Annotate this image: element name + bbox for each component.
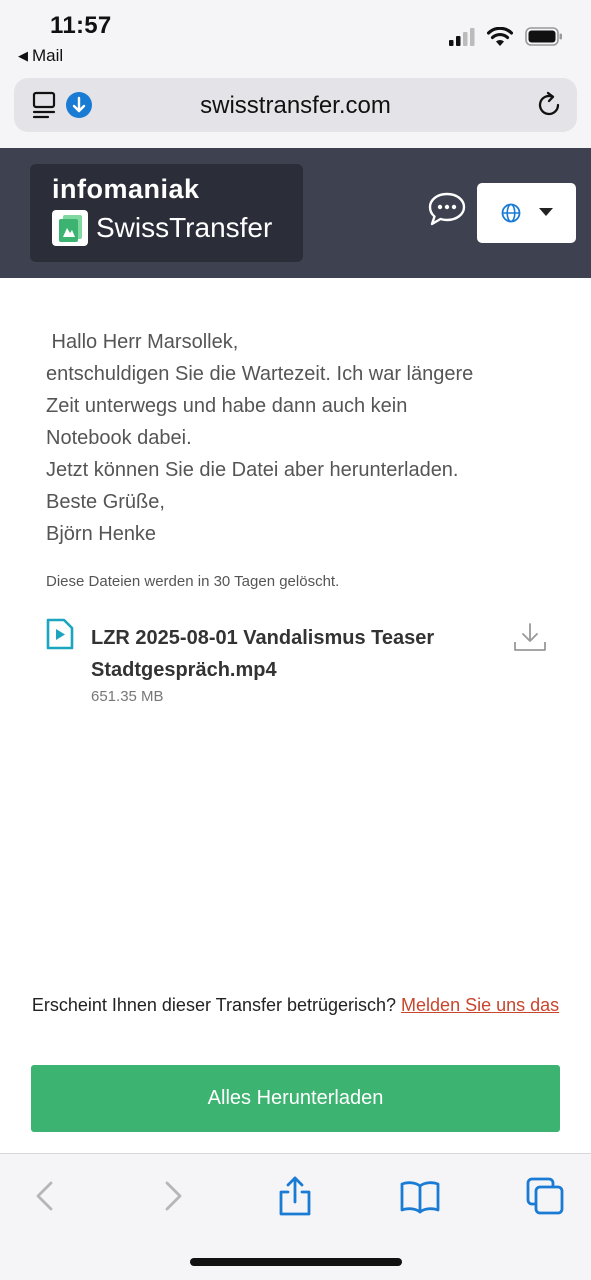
battery-icon [525, 27, 562, 46]
message-line: Hallo Herr Marsollek, [46, 331, 239, 353]
brand-logo[interactable]: infomaniak SwissTransfer [30, 164, 303, 262]
globe-icon [501, 203, 521, 223]
report-question: Erscheint Ihnen dieser Transfer betrüger… [31, 995, 402, 1015]
message-line: Notebook dabei. [46, 427, 192, 449]
swisstransfer-logo-icon [52, 210, 88, 246]
status-bar: 11:57 ◀ Mail [0, 0, 591, 72]
file-item[interactable]: LZR 2025-08-01 Vandalismus Teaser Stadtg… [46, 618, 556, 718]
bookmarks-icon[interactable] [400, 1176, 440, 1216]
message-line: Björn Henke [46, 523, 157, 545]
transfer-content: Hallo Herr Marsollek, entschuldigen Sie … [0, 278, 591, 1153]
page: 11:57 ◀ Mail swisstransfer.com infomania… [0, 0, 591, 1280]
chat-icon[interactable] [428, 192, 466, 226]
back-triangle-icon: ◀ [18, 48, 28, 63]
brand-product: SwissTransfer [52, 210, 272, 246]
file-size: 651.35 MB [91, 688, 164, 705]
wifi-icon [487, 27, 513, 46]
language-selector[interactable] [477, 183, 576, 243]
brand-name: SwissTransfer [96, 212, 273, 243]
report-link[interactable]: Melden Sie uns das [401, 995, 559, 1015]
back-app-label: Mail [32, 46, 64, 65]
transfer-message: Hallo Herr Marsollek, entschuldigen Sie … [46, 326, 556, 550]
message-line: Jetzt können Sie die Datei aber herunter… [46, 459, 459, 481]
file-name: LZR 2025-08-01 Vandalismus Teaser Stadtg… [91, 627, 435, 681]
signal-icon [449, 27, 475, 46]
reload-icon[interactable] [535, 91, 563, 119]
url-text: swisstransfer.com [200, 92, 391, 119]
chevron-down-icon [539, 208, 553, 216]
expiry-note: Diese Dateien werden in 30 Tagen gelösch… [46, 573, 340, 590]
download-all-button[interactable]: Alles Herunterladen [31, 1065, 560, 1132]
report-fraud: Erscheint Ihnen dieser Transfer betrüger… [0, 994, 591, 1017]
message-line: Zeit unterwegs und habe dann auch kein [46, 395, 408, 417]
tabs-icon[interactable] [525, 1176, 565, 1216]
brand-company: infomaniak [52, 174, 200, 204]
message-line: entschuldigen Sie die Wartezeit. Ich war… [46, 363, 474, 385]
back-to-mail-link[interactable]: ◀ Mail [18, 46, 63, 66]
home-indicator[interactable] [190, 1258, 402, 1266]
back-icon[interactable] [26, 1176, 66, 1216]
status-time: 11:57 [50, 12, 112, 39]
status-icons [449, 27, 563, 46]
share-icon[interactable] [275, 1176, 315, 1216]
download-icon[interactable] [514, 622, 546, 652]
forward-icon[interactable] [152, 1176, 192, 1216]
address-bar[interactable]: swisstransfer.com [14, 78, 577, 132]
site-header: infomaniak SwissTransfer [0, 148, 591, 278]
message-line: Beste Grüße, [46, 491, 165, 513]
video-file-icon [46, 618, 74, 650]
